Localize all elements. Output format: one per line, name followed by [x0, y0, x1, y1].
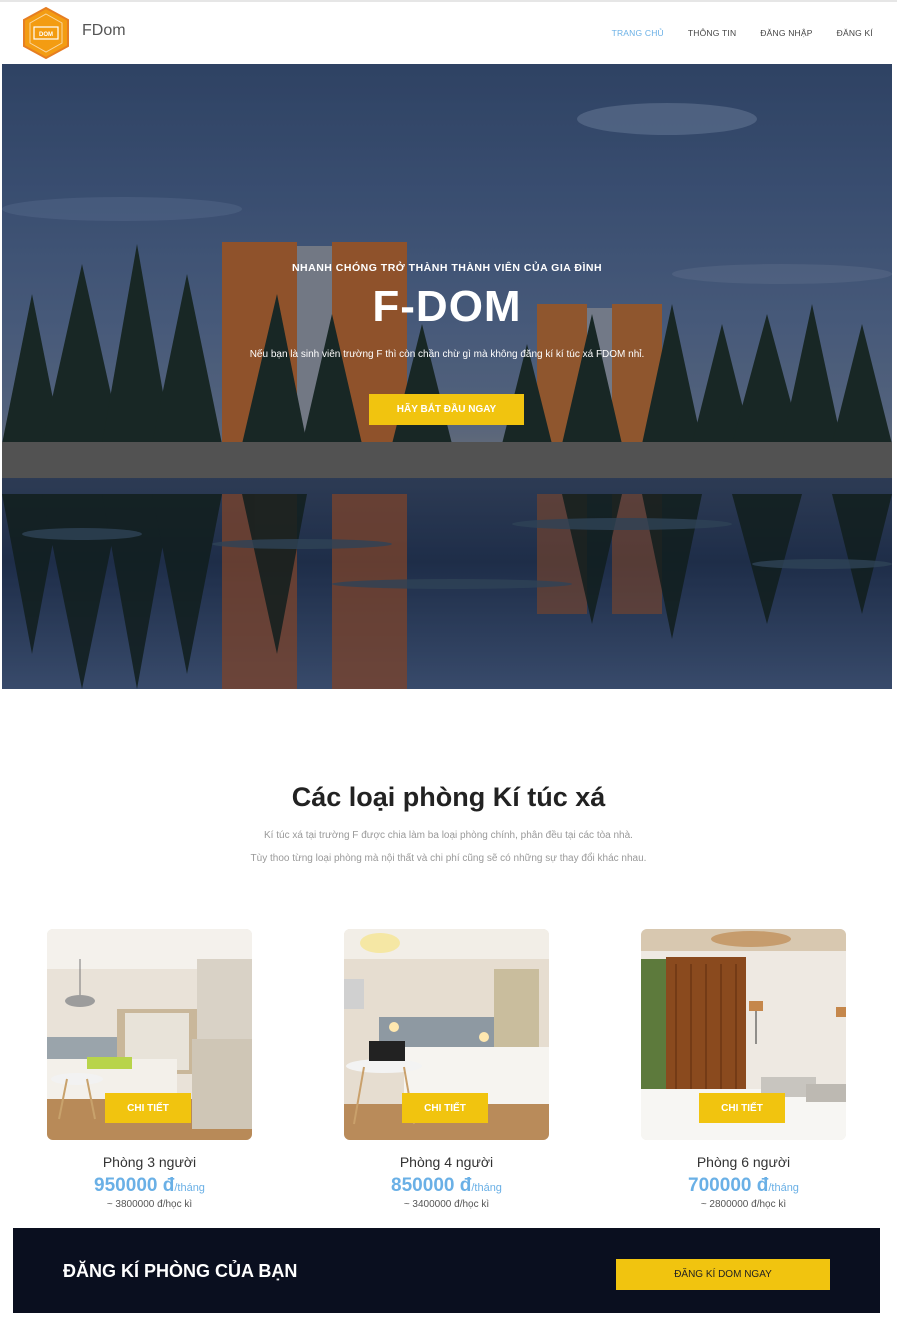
rooms-description-line1: Kí túc xá tại trường F được chia làm ba … [264, 830, 633, 841]
hero-description: Nếu bạn là sinh viên trường F thì còn ch… [249, 349, 645, 360]
nav-register[interactable]: ĐĂNG KÍ [837, 28, 873, 38]
hero-subtitle: NHANH CHÓNG TRỞ THÀNH THÀNH VIÊN CỦA GIA… [291, 262, 603, 274]
logo-text: DOM [39, 32, 53, 38]
room-image-4[interactable]: CHI TIẾT [344, 929, 549, 1140]
room-6-name: Phòng 6 người [696, 1154, 791, 1170]
room-image-3[interactable]: CHI TIẾT [47, 929, 252, 1140]
rooms-description-line2: Tùy thoo từng loại phòng mà nội thất và … [250, 853, 647, 864]
register-banner: ĐĂNG KÍ PHÒNG CỦA BẠN ĐĂNG KÍ DOM NGAY [13, 1228, 880, 1313]
room-6-price-value: 700000 đ [688, 1175, 769, 1196]
site-header: DOM FDom TRANG CHỦ THÔNG TIN ĐĂNG NHẬP Đ… [0, 2, 897, 64]
room-4-price-unit: /tháng [471, 1182, 502, 1194]
room-card-3: CHI TIẾT Phòng 3 người 950000 đ/tháng ~ … [47, 929, 252, 1210]
register-dom-button[interactable]: ĐĂNG KÍ DOM NGAY [616, 1259, 830, 1290]
room-6-price-unit: /tháng [768, 1182, 799, 1194]
room-card-6: CHI TIẾT Phòng 6 người 700000 đ/tháng ~ … [641, 929, 846, 1210]
start-now-button[interactable]: HÃY BẮT ĐẦU NGAY [369, 394, 524, 425]
room-3-price-unit: /tháng [174, 1182, 205, 1194]
rooms-section-title: Các loại phòng Kí túc xá [291, 782, 606, 812]
register-banner-title: ĐĂNG KÍ PHÒNG CỦA BẠN [63, 1261, 298, 1281]
room-card-4: CHI TIẾT Phòng 4 người 850000 đ/tháng ~ … [344, 929, 549, 1210]
room-3-price: 950000 đ/tháng [47, 1175, 252, 1197]
room-4-price: 850000 đ/tháng [344, 1175, 549, 1197]
room-4-semester-price: ~ 3400000 đ/học kì [403, 1199, 490, 1210]
room-6-detail-button[interactable]: CHI TIẾT [699, 1093, 785, 1123]
room-3-price-value: 950000 đ [94, 1175, 175, 1196]
main-nav: TRANG CHỦ THÔNG TIN ĐĂNG NHẬP ĐĂNG KÍ [612, 28, 873, 38]
nav-login[interactable]: ĐĂNG NHẬP [760, 28, 812, 38]
room-4-detail-button[interactable]: CHI TIẾT [402, 1093, 488, 1123]
room-3-semester-price: ~ 3800000 đ/học kì [106, 1199, 193, 1210]
room-3-detail-button[interactable]: CHI TIẾT [105, 1093, 191, 1123]
brand-name[interactable]: FDom [82, 22, 126, 40]
room-4-name: Phòng 4 người [399, 1154, 494, 1170]
nav-home[interactable]: TRANG CHỦ [612, 28, 664, 38]
room-6-semester-price: ~ 2800000 đ/học kì [700, 1199, 787, 1210]
hero-title: F-DOM [372, 282, 522, 331]
nav-info[interactable]: THÔNG TIN [688, 28, 736, 38]
fdom-logo[interactable]: DOM [20, 7, 72, 59]
hero-banner: NHANH CHÓNG TRỞ THÀNH THÀNH VIÊN CỦA GIA… [2, 64, 892, 689]
room-6-price: 700000 đ/tháng [641, 1175, 846, 1197]
room-image-6[interactable]: CHI TIẾT [641, 929, 846, 1140]
room-4-price-value: 850000 đ [391, 1175, 472, 1196]
room-3-name: Phòng 3 người [102, 1154, 197, 1170]
